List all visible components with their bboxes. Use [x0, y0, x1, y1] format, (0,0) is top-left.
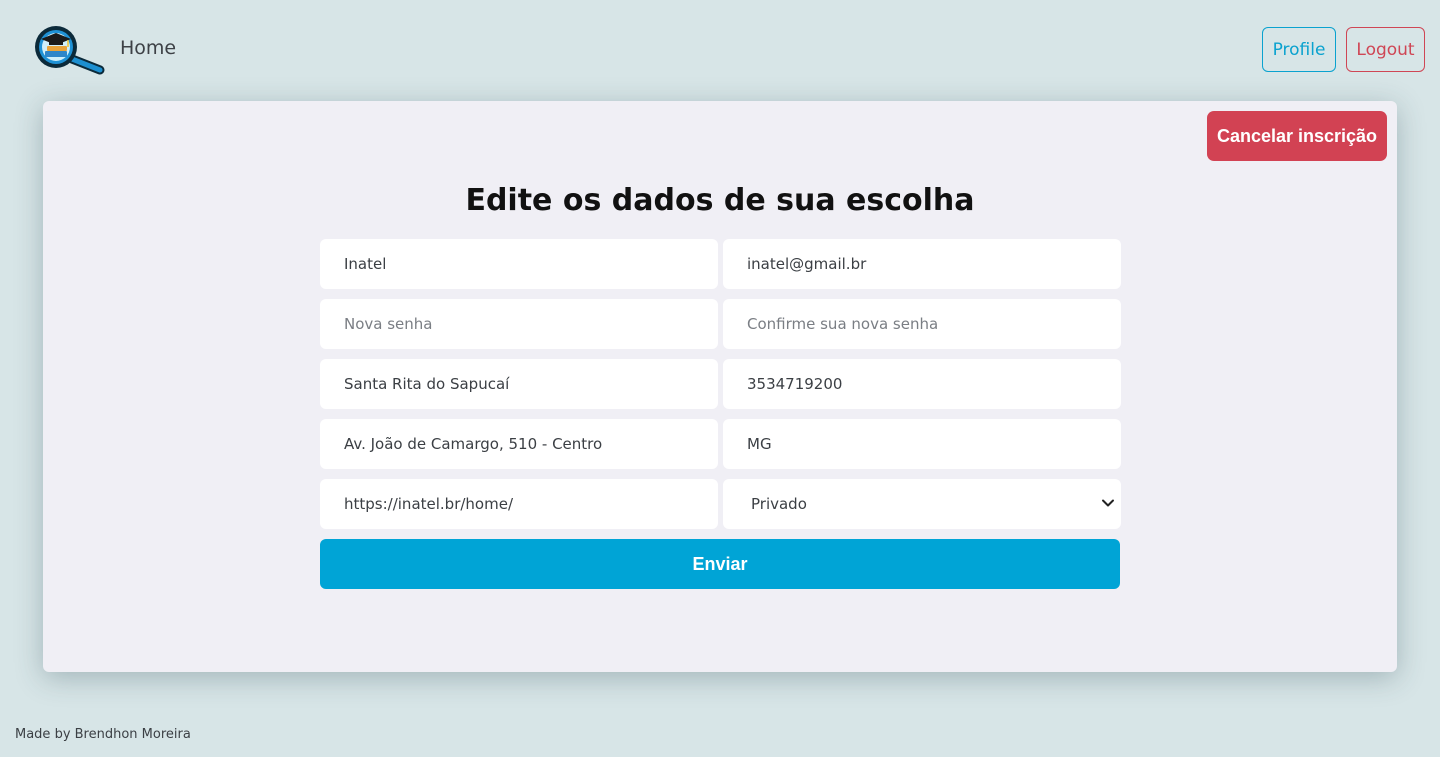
- navbar: Home Profile Logout: [0, 0, 1440, 100]
- logout-button[interactable]: Logout: [1346, 27, 1425, 72]
- page-title: Edite os dados de sua escolha: [465, 183, 975, 218]
- confirm-password-input[interactable]: [723, 299, 1121, 349]
- new-password-input[interactable]: [320, 299, 718, 349]
- chevron-down-icon: [1102, 499, 1114, 507]
- website-input[interactable]: [320, 479, 718, 529]
- home-link[interactable]: Home: [120, 37, 176, 59]
- email-input[interactable]: [723, 239, 1121, 289]
- cancel-subscription-button[interactable]: Cancelar inscrição: [1207, 111, 1387, 161]
- profile-button[interactable]: Profile: [1262, 27, 1336, 72]
- address-input[interactable]: [320, 419, 718, 469]
- school-type-selected-value: Privado: [751, 495, 807, 513]
- magnifier-graduation-cap-logo-icon[interactable]: [32, 24, 108, 76]
- name-input[interactable]: [320, 239, 718, 289]
- school-type-select[interactable]: Privado: [723, 479, 1121, 529]
- submit-button[interactable]: Enviar: [320, 539, 1120, 589]
- state-input[interactable]: [723, 419, 1121, 469]
- city-input[interactable]: [320, 359, 718, 409]
- footer-credit: Made by Brendhon Moreira: [15, 727, 191, 742]
- phone-input[interactable]: [723, 359, 1121, 409]
- edit-school-card: Cancelar inscrição Edite os dados de sua…: [43, 101, 1397, 672]
